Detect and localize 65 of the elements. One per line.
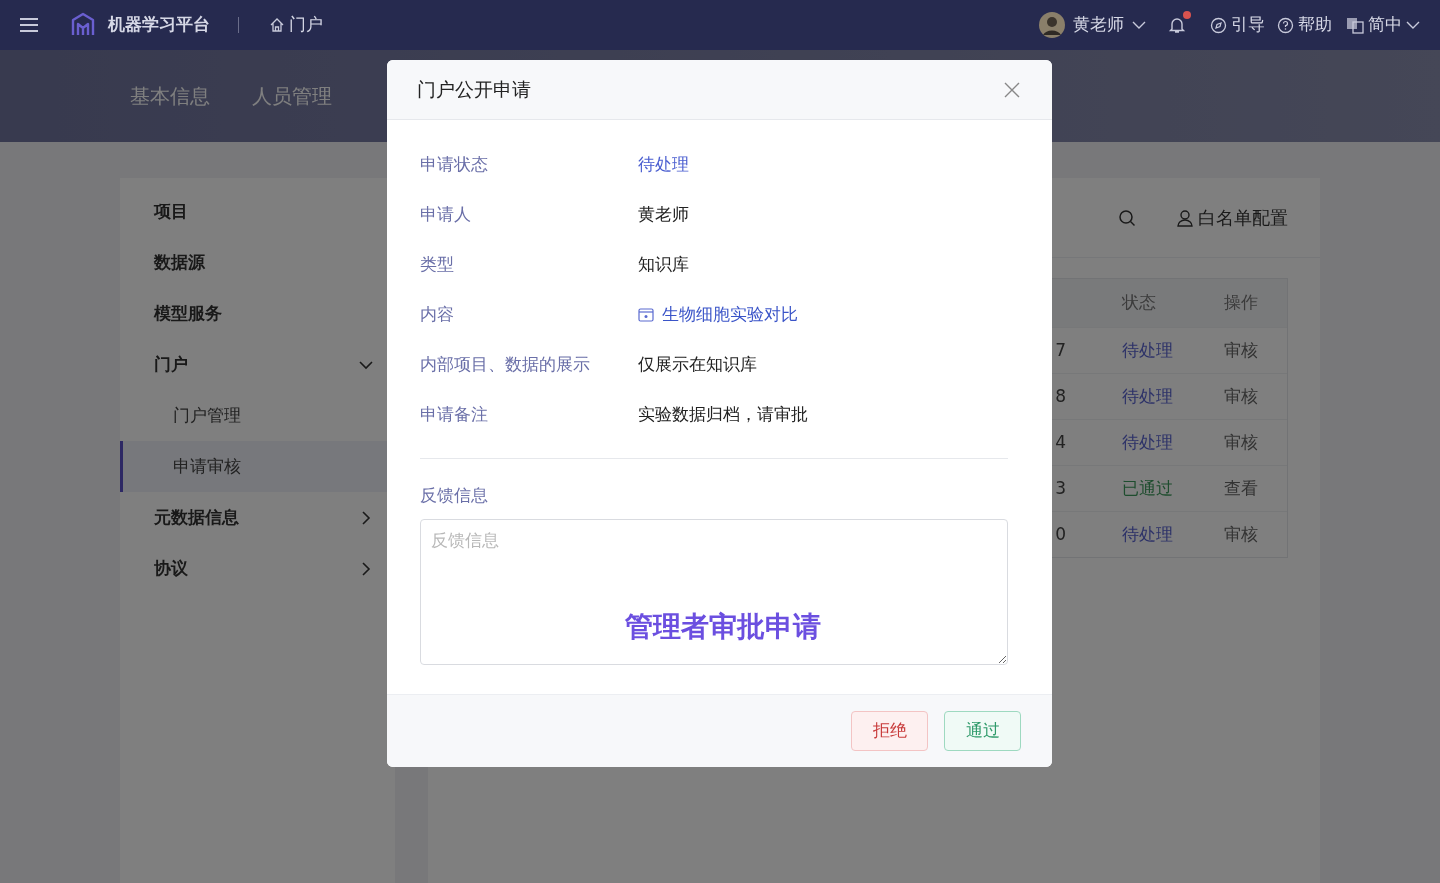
compass-icon — [1210, 16, 1227, 34]
sidebar-item[interactable]: 模型服务 — [120, 288, 395, 339]
language-menu[interactable]: 简中 — [1346, 12, 1420, 38]
user-icon — [1176, 208, 1194, 227]
menu-icon[interactable] — [20, 18, 38, 32]
header-link[interactable]: 帮助 — [1277, 12, 1332, 38]
notification-button[interactable] — [1166, 14, 1188, 36]
help-icon — [1277, 16, 1294, 34]
sidebar-item[interactable]: 门户 — [120, 339, 395, 390]
action-link[interactable]: 查看 — [1224, 475, 1258, 502]
search-icon[interactable] — [1118, 208, 1136, 227]
field-label: 申请人 — [420, 203, 471, 227]
column-header: 操作 — [1224, 291, 1258, 315]
field-value: 知识库 — [638, 253, 689, 277]
sidebar-item[interactable]: 协议 — [120, 543, 395, 594]
status-text: 待处理 — [1122, 338, 1173, 362]
close-icon — [1004, 81, 1020, 98]
user-menu[interactable]: 黄老师 — [1039, 12, 1146, 38]
field-label: 申请备注 — [420, 403, 488, 427]
avatar-icon — [1039, 12, 1065, 38]
caret-icon — [1406, 20, 1420, 30]
field-label: 反馈信息 — [420, 484, 489, 507]
bell-icon — [1168, 16, 1186, 34]
status-text: 已通过 — [1122, 476, 1173, 500]
sidebar-item[interactable]: 元数据信息 — [120, 492, 395, 543]
column-header: 状态 — [1122, 291, 1156, 315]
caption: 管理者审批申请 — [625, 609, 821, 645]
status-text: 待处理 — [1122, 430, 1173, 454]
action-link[interactable]: 审核 — [1224, 383, 1258, 410]
table-cell-text: 4 — [1055, 430, 1066, 454]
approve-button[interactable]: 通过 — [944, 711, 1021, 751]
platform-name: 机器学习平台 — [108, 13, 210, 37]
chevron-icon — [359, 510, 373, 525]
tab[interactable]: 基本信息 — [130, 81, 210, 111]
status-text: 待处理 — [1122, 522, 1173, 546]
field-label: 类型 — [420, 253, 454, 277]
sidebar-subitem[interactable]: 门户管理 — [120, 390, 395, 441]
logo-icon — [70, 12, 96, 38]
action-link[interactable]: 审核 — [1224, 337, 1258, 364]
caret-icon — [1132, 20, 1146, 30]
field-value: 黄老师 — [638, 203, 689, 227]
field-label: 申请状态 — [420, 153, 488, 177]
action-link[interactable]: 审核 — [1224, 521, 1258, 548]
status-text: 待处理 — [638, 153, 689, 177]
table-cell-text: 0 — [1055, 522, 1066, 546]
dialog-title: 门户公开申请 — [417, 77, 531, 103]
breadcrumb-link[interactable]: 门户 — [269, 12, 323, 38]
home-icon — [269, 17, 285, 33]
chevron-icon — [359, 561, 373, 576]
table-cell-text: 3 — [1055, 476, 1066, 500]
field-label: 内部项目、数据的展示 — [420, 353, 590, 377]
field-value: 实验数据归档，请审批 — [638, 403, 808, 427]
field-label: 内容 — [420, 303, 454, 327]
status-text: 待处理 — [1122, 384, 1173, 408]
field-value: 仅展示在知识库 — [638, 353, 757, 377]
sidebar-item[interactable]: 数据源 — [120, 237, 395, 288]
tab[interactable]: 人员管理 — [252, 81, 332, 111]
whitelist-button[interactable]: 白名单配置 — [1176, 204, 1288, 231]
content-link[interactable]: 生物细胞实验对比 — [638, 302, 798, 328]
sidebar-item[interactable]: 项目 — [120, 186, 395, 237]
table-cell-text: 7 — [1055, 338, 1066, 362]
reject-button[interactable]: 拒绝 — [851, 711, 928, 751]
table-cell-text: 8 — [1055, 384, 1066, 408]
action-link[interactable]: 审核 — [1224, 429, 1258, 456]
header-link[interactable]: 引导 — [1210, 12, 1265, 38]
